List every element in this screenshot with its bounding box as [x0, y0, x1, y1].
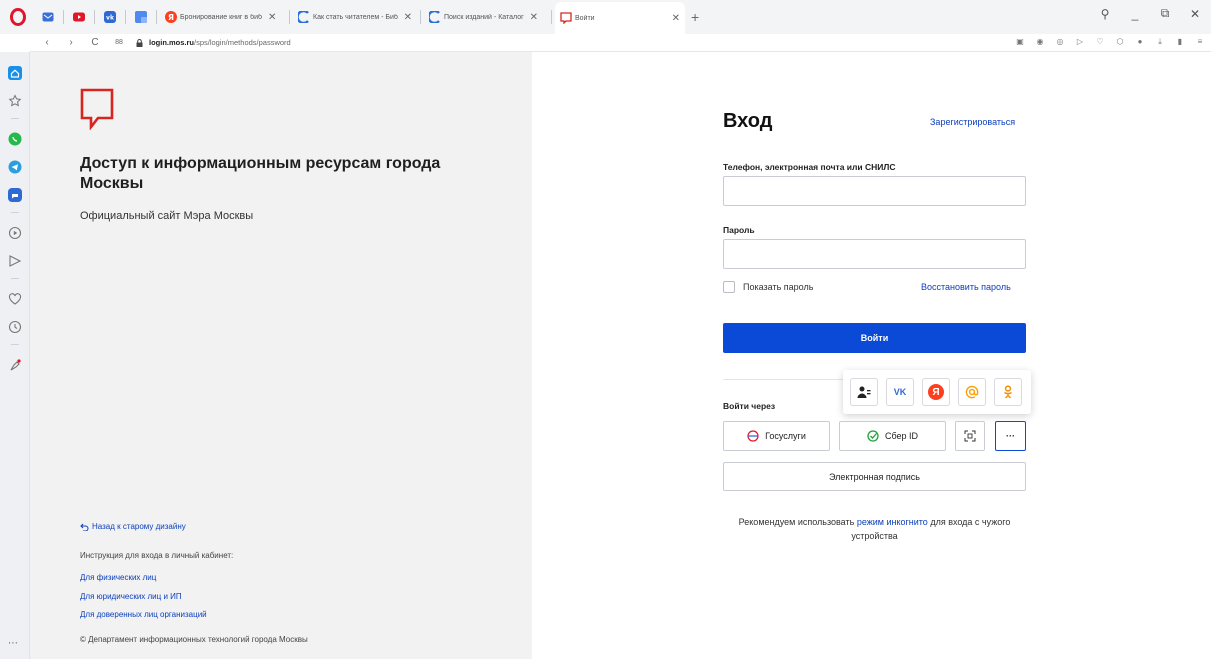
download-icon[interactable]: ⤓ [1155, 36, 1165, 48]
tab-booking[interactable]: Я Бронирование книг в биб ✕ [160, 4, 286, 30]
tab-strip: vk Я Бронирование книг в биб ✕ Как стать… [36, 0, 699, 34]
send-icon[interactable]: ▷ [1075, 36, 1085, 48]
minimize-button[interactable]: _ [1127, 7, 1143, 21]
more-providers-button[interactable]: ··· [995, 421, 1026, 451]
old-design-link[interactable]: Назад к старому дизайну [80, 522, 186, 531]
close-icon[interactable]: ✕ [672, 13, 680, 24]
yandex-icon[interactable]: Я [922, 378, 950, 406]
link-trusted-persons[interactable]: Для доверенных лиц организаций [80, 610, 207, 619]
library-favicon-icon [298, 11, 309, 23]
login-panel: Вход Зарегистрироваться Телефон, электро… [532, 52, 1211, 659]
library-favicon-icon [429, 11, 440, 23]
link-legal-entities[interactable]: Для юридических лиц и ИП [80, 592, 182, 601]
close-icon[interactable]: ✕ [268, 12, 276, 23]
flow-send-icon[interactable] [8, 254, 22, 268]
login-via-label: Войти через [723, 401, 776, 411]
heart-icon[interactable] [8, 292, 22, 306]
pinboard-icon[interactable] [8, 358, 22, 372]
profile-icon[interactable]: ● [1135, 36, 1145, 48]
gosuslugi-button[interactable]: Госуслуги [723, 421, 830, 451]
odnoklassniki-icon[interactable] [994, 378, 1022, 406]
form-title: Вход [723, 110, 773, 132]
vk-icon[interactable]: VK [886, 378, 914, 406]
sber-id-button[interactable]: Сбер ID [839, 421, 946, 451]
page-title: Доступ к информационным ресурсам города … [80, 155, 441, 192]
link-individuals[interactable]: Для физических лиц [80, 573, 156, 582]
e-signature-button[interactable]: Электронная подпись [723, 462, 1026, 491]
battery-icon[interactable]: ▮ [1175, 36, 1185, 48]
restore-window-icon[interactable]: ⧉ [1157, 6, 1173, 21]
snapshot-icon[interactable]: ▣ [1015, 36, 1025, 48]
url-field[interactable]: login.mos.ru/sps/login/methods/password [136, 38, 291, 47]
password-label: Пароль [723, 225, 755, 235]
heart-icon[interactable]: ♡ [1095, 36, 1105, 48]
svg-text:Я: Я [168, 13, 174, 22]
tabs-grid-button[interactable]: 88 [112, 39, 126, 46]
player-icon[interactable] [8, 226, 22, 240]
cube-icon[interactable]: ⬡ [1115, 36, 1125, 48]
register-link[interactable]: Зарегистрироваться [930, 117, 1015, 127]
opera-logo-icon[interactable] [10, 8, 26, 26]
yandex-favicon-icon: Я [165, 11, 177, 23]
copyright: © Департамент информационных технологий … [80, 635, 308, 644]
pinned-mail-icon[interactable] [39, 8, 57, 26]
back-button[interactable]: ‹ [40, 37, 54, 48]
address-bar: ‹ › C 88 login.mos.ru/sps/login/methods/… [30, 34, 1211, 52]
gosuslugi-icon [747, 430, 759, 442]
star-icon[interactable] [8, 94, 22, 108]
close-icon[interactable]: ✕ [530, 12, 538, 23]
svg-text:vk: vk [106, 15, 115, 22]
window-controls: ⚲ _ ⧉ ✕ [1097, 6, 1203, 21]
info-panel: Доступ к информационным ресурсам города … [30, 52, 532, 659]
extension-icons: ▣ ◉ ◎ ▷ ♡ ⬡ ● ⤓ ▮ ≡ [1015, 36, 1205, 48]
mos-favicon-icon [560, 12, 572, 24]
page-subtitle: Официальный сайт Мэра Москвы [80, 210, 254, 222]
login-input[interactable] [723, 176, 1026, 206]
tab-catalog[interactable]: Поиск изданий - Каталог ✕ [424, 4, 548, 30]
mos-logo-icon [80, 88, 114, 130]
mailru-icon[interactable] [958, 378, 986, 406]
reload-button[interactable]: C [88, 37, 102, 48]
sber-icon [867, 430, 879, 442]
menu-icon[interactable]: ≡ [1195, 36, 1205, 48]
lock-icon [136, 38, 143, 47]
back-arrow-icon [80, 523, 89, 531]
instructions-label: Инструкция для входа в личный кабинет: [80, 551, 234, 560]
qr-scan-icon [964, 430, 976, 442]
whatsapp-icon[interactable] [8, 132, 22, 146]
incognito-recommendation: Рекомендуем использовать режим инкогнито… [738, 517, 1011, 541]
new-tab-button[interactable]: + [691, 9, 699, 25]
close-icon[interactable]: ✕ [404, 12, 412, 23]
restore-password-link[interactable]: Восстановить пароль [921, 282, 1011, 292]
login-button[interactable]: Войти [723, 323, 1026, 353]
home-icon[interactable] [8, 66, 22, 80]
search-icon[interactable]: ⚲ [1097, 7, 1113, 21]
history-icon[interactable] [8, 320, 22, 334]
qr-scan-button[interactable] [955, 421, 985, 451]
telegram-icon[interactable] [8, 160, 22, 174]
pinned-translate-icon[interactable] [132, 8, 150, 26]
camera-icon[interactable]: ◉ [1035, 36, 1045, 48]
password-input[interactable] [723, 239, 1026, 269]
login-label: Телефон, электронная почта или СНИЛС [723, 162, 896, 172]
vpn-icon[interactable]: ◎ [1055, 36, 1065, 48]
incognito-link[interactable]: режим инкогнито [857, 517, 928, 527]
forward-button[interactable]: › [64, 37, 78, 48]
providers-popup: VK Я [843, 370, 1031, 414]
more-sidebar-button[interactable]: ⋯ [8, 638, 18, 649]
close-window-button[interactable]: ✕ [1187, 7, 1203, 21]
show-password-checkbox[interactable] [723, 281, 735, 293]
browser-titlebar: vk Я Бронирование книг в биб ✕ Как стать… [0, 0, 1211, 34]
vk-messenger-icon[interactable] [8, 188, 22, 202]
tab-reader[interactable]: Как стать читателем - Биб ✕ [293, 4, 417, 30]
user-id-icon[interactable] [850, 378, 878, 406]
show-password-label[interactable]: Показать пароль [743, 282, 813, 292]
pinned-vk-icon[interactable]: vk [101, 8, 119, 26]
browser-sidebar: ⋯ [0, 52, 30, 659]
pinned-youtube-icon[interactable] [70, 8, 88, 26]
tab-login-active[interactable]: Войти ✕ [555, 2, 685, 34]
